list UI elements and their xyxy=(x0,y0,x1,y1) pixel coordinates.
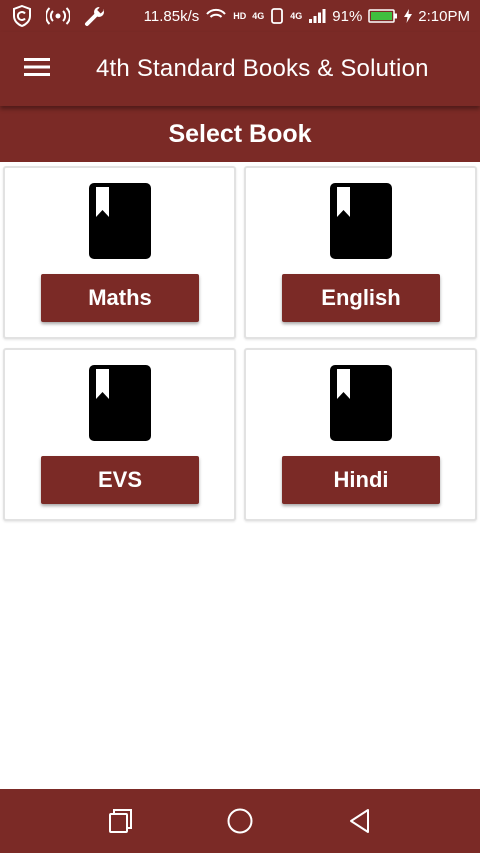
status-bar: 11.85k/s HD 4G 4G 91% 2:10PM xyxy=(0,0,480,32)
book-grid: Maths English EVS Hindi xyxy=(3,166,477,521)
back-button[interactable] xyxy=(330,791,390,851)
maths-button[interactable]: Maths xyxy=(41,274,199,322)
book-bookmark-icon xyxy=(88,183,151,259)
battery-percent: 91% xyxy=(332,7,363,25)
evs-button[interactable]: EVS xyxy=(41,456,199,504)
book-card-hindi[interactable]: Hindi xyxy=(244,348,477,521)
battery-icon xyxy=(368,8,398,24)
status-left-group xyxy=(12,5,106,27)
charging-icon xyxy=(404,9,413,23)
broadcast-icon xyxy=(46,7,70,25)
home-circle-icon xyxy=(227,808,253,834)
wrench-icon xyxy=(84,5,106,27)
english-button[interactable]: English xyxy=(282,274,440,322)
select-book-header: Select Book xyxy=(0,106,480,162)
book-bookmark-icon xyxy=(329,183,392,259)
network-badge-2: 4G xyxy=(290,10,303,21)
wifi-hd-icon xyxy=(205,7,227,25)
phone-outline-icon xyxy=(270,8,284,24)
menu-button[interactable] xyxy=(0,32,74,106)
clock-time: 2:10PM xyxy=(418,7,470,25)
hamburger-menu-icon xyxy=(24,57,50,82)
back-triangle-icon xyxy=(350,809,369,833)
home-button[interactable] xyxy=(210,791,270,851)
book-bookmark-icon xyxy=(88,365,151,441)
book-card-maths[interactable]: Maths xyxy=(3,166,236,339)
book-card-english[interactable]: English xyxy=(244,166,477,339)
app-bar: 4th Standard Books & Solution xyxy=(0,32,480,106)
network-speed: 11.85k/s xyxy=(143,7,200,25)
hd-badge: HD xyxy=(233,10,247,21)
book-card-evs[interactable]: EVS xyxy=(3,348,236,521)
navigation-bar xyxy=(0,789,480,853)
hindi-button[interactable]: Hindi xyxy=(282,456,440,504)
recents-square-icon xyxy=(109,809,132,833)
signal-icon xyxy=(308,8,326,24)
app-title: 4th Standard Books & Solution xyxy=(96,55,429,82)
book-bookmark-icon xyxy=(329,365,392,441)
network-badge-1: 4G xyxy=(252,10,265,21)
shield-c-icon xyxy=(12,5,32,27)
recents-button[interactable] xyxy=(90,791,150,851)
status-right-group: 11.85k/s HD 4G 4G 91% 2:10PM xyxy=(144,7,470,25)
